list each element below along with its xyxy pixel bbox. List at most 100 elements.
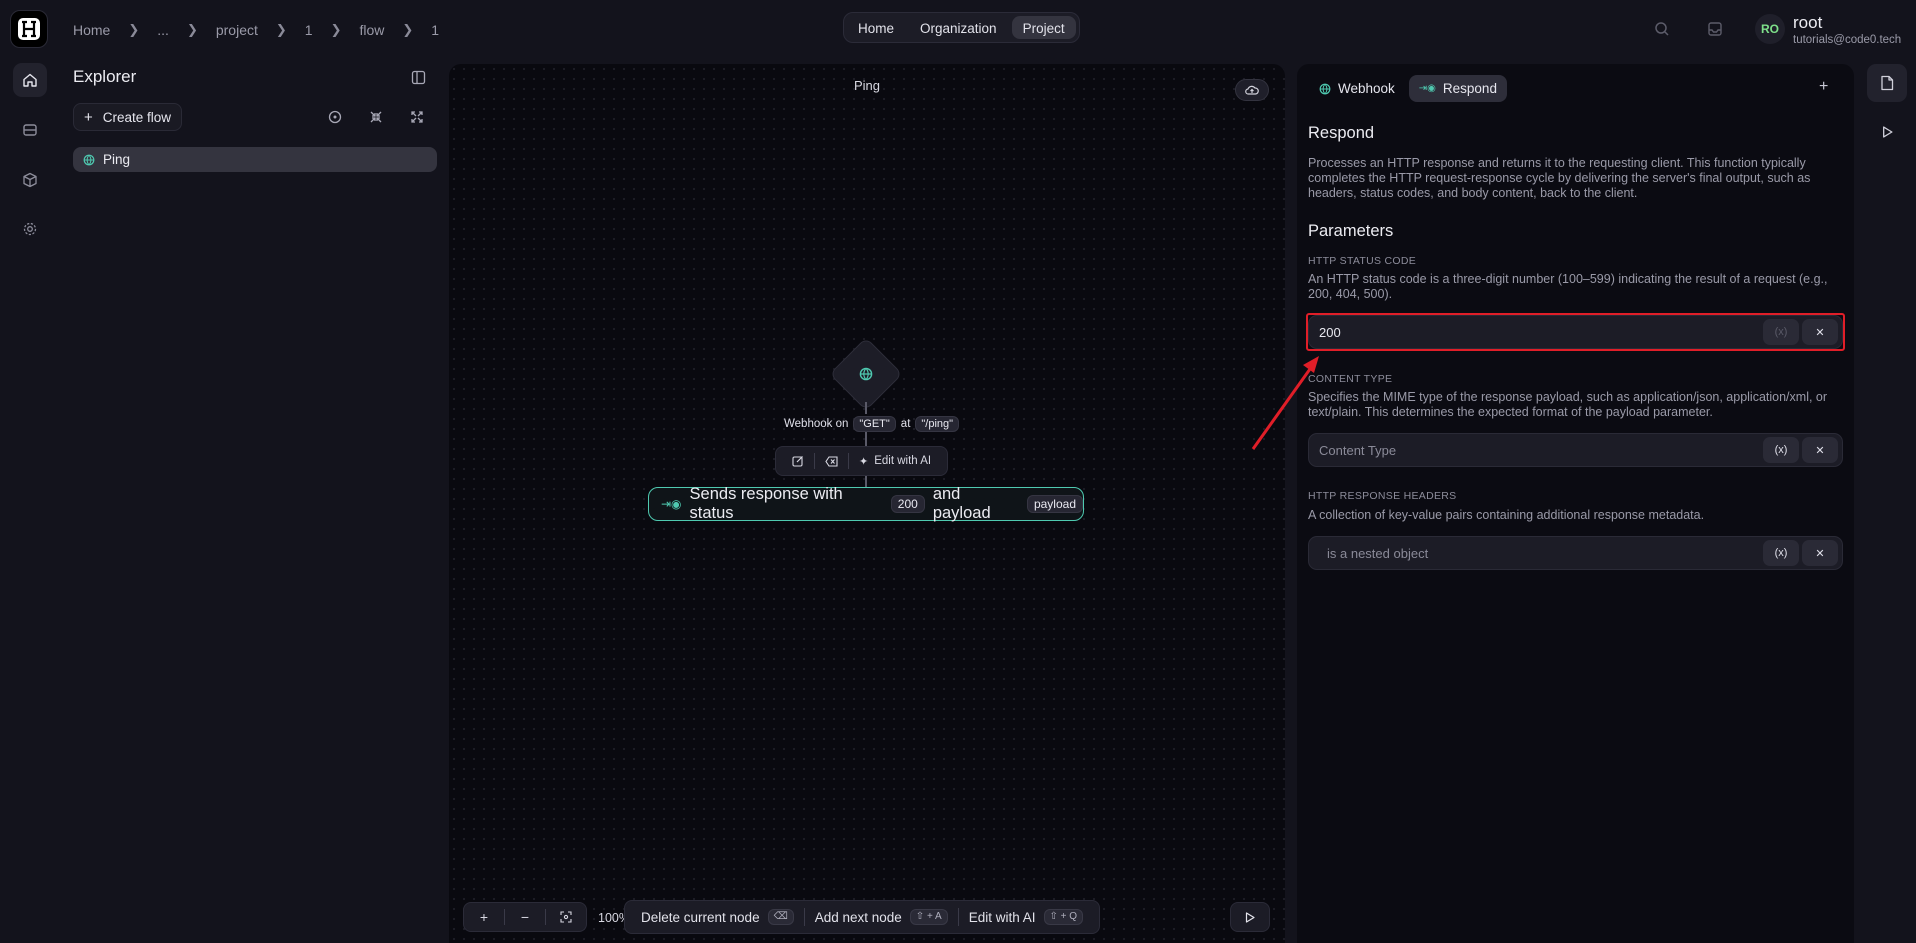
edit-node-button[interactable] [782,452,814,470]
delete-node-button[interactable] [815,452,848,470]
expand-all-icon[interactable] [406,106,428,128]
breadcrumb-home[interactable]: Home [73,22,110,38]
minus-icon: − [520,909,530,925]
respond-node-text: Sends response with status [689,485,843,522]
top-nav-project[interactable]: Project [1011,16,1076,39]
close-icon: ✕ [1815,547,1825,560]
globe-icon [1319,83,1331,94]
create-flow-button[interactable]: + Create flow [73,103,183,131]
plus-icon: + [1819,78,1829,95]
rail-storage-button[interactable] [13,113,47,147]
breadcrumb-flow[interactable]: flow [359,22,384,38]
add-node-hint[interactable]: Add next node ⇧ + A [805,909,958,925]
search-icon[interactable] [1651,18,1673,40]
clear-button[interactable]: ✕ [1802,540,1838,566]
breadcrumb-project[interactable]: project [216,22,258,38]
globe-icon [856,364,876,384]
top-nav-organization[interactable]: Organization [909,16,1008,39]
inbox-icon[interactable] [1704,18,1726,40]
respond-node[interactable]: ⇥◉ Sends response with status 200 and pa… [648,485,1084,522]
plus-icon: + [479,909,489,925]
respond-icon: ⇥◉ [1418,83,1436,94]
edit-ai-key: ⇧ + Q [1043,909,1084,925]
panel-description: Processes an HTTP response and returns i… [1308,156,1811,200]
zoom-out-button[interactable]: − [505,903,545,931]
avatar[interactable]: RO [1755,14,1785,44]
edit-with-ai-button[interactable]: ✦ Edit with AI [849,452,941,470]
rail-home-button[interactable] [13,63,47,97]
rail-settings-button[interactable] [13,212,47,246]
breadcrumb: Home ❯ ... ❯ project ❯ 1 ❯ flow ❯ 1 [73,20,439,40]
status-chip[interactable]: 200 [890,495,925,513]
collapse-all-icon[interactable] [365,106,387,128]
status-code-value: 200 [1319,324,1341,340]
status-code-input[interactable]: 200 (x) ✕ [1308,315,1843,349]
tab-respond[interactable]: ⇥◉ Respond [1408,75,1507,102]
edit-with-ai-label: Edit with AI [874,455,932,467]
node-toolbar: ✦ Edit with AI [775,446,949,476]
content-type-description: Specifies the MIME type of the response … [1308,390,1828,419]
play-icon [1882,126,1893,138]
app-logo[interactable] [10,10,48,48]
payload-chip[interactable]: payload [1026,495,1083,513]
deploy-button[interactable] [1235,79,1269,101]
add-node-key: ⇧ + A [909,909,948,925]
rail-run-button[interactable] [1867,113,1907,151]
edge-connector [865,432,867,446]
delete-node-hint[interactable]: Delete current node ⌫ [631,909,804,925]
node-settings-panel: Webhook ⇥◉ Respond + Respond Processes a… [1297,64,1854,943]
breadcrumb-project-id[interactable]: 1 [305,22,313,38]
edit-ai-hint[interactable]: Edit with AI ⇧ + Q [959,909,1093,925]
panel-title: Respond [1308,124,1375,142]
delete-node-label: Delete current node [641,909,760,925]
top-nav-home[interactable]: Home [847,16,905,39]
plus-icon: + [84,108,93,126]
server-icon [23,124,37,136]
rail-details-button[interactable] [1867,64,1907,102]
flow-canvas[interactable]: Ping Webhook on "GET" at "/ping" ✦ Edit … [449,64,1285,943]
trigger-path-chip[interactable]: "/ping" [915,416,960,432]
fit-view-button[interactable] [546,903,586,931]
zoom-in-button[interactable]: + [464,903,504,931]
trigger-method-chip[interactable]: "GET" [853,416,896,432]
gear-icon [23,222,37,236]
explorer-item-label: Ping [103,152,131,167]
headers-value: is a nested object [1327,545,1429,561]
add-tab-button[interactable]: + [1819,78,1828,96]
variable-button[interactable]: (x) [1763,319,1799,345]
chevron-right-icon: ❯ [128,22,140,37]
play-icon [1245,911,1255,923]
chevron-right-icon: ❯ [402,22,414,37]
respond-icon: ⇥◉ [661,497,682,511]
content-type-input[interactable]: Content Type (x) ✕ [1308,433,1843,467]
explorer-title: Explorer [73,67,137,86]
explorer-item-ping[interactable]: Ping [73,147,437,172]
trigger-prefix: Webhook on [784,418,849,430]
fit-view-icon [560,911,572,923]
status-code-label: HTTP STATUS CODE [1308,255,1417,267]
variable-button[interactable]: (x) [1763,540,1799,566]
chevron-right-icon: ❯ [186,22,198,37]
sidebar-toggle-icon[interactable] [407,66,429,88]
panel-tabs: Webhook ⇥◉ Respond [1309,75,1507,102]
clear-button[interactable]: ✕ [1802,437,1838,463]
parameters-title: Parameters [1308,222,1394,240]
user-email: tutorials@code0.tech [1793,34,1902,46]
run-flow-button[interactable] [1230,902,1270,932]
close-icon: ✕ [1815,326,1825,339]
logo-icon [18,18,40,40]
zoom-controls: + − [463,902,587,932]
content-type-placeholder: Content Type [1319,442,1397,458]
variable-button[interactable]: (x) [1763,437,1799,463]
target-icon[interactable] [324,106,346,128]
user-name: root [1793,13,1823,32]
create-flow-label: Create flow [102,109,172,125]
breadcrumb-ellipsis[interactable]: ... [157,22,169,38]
clear-button[interactable]: ✕ [1802,319,1838,345]
shortcut-hints: Delete current node ⌫ Add next node ⇧ + … [624,900,1101,934]
headers-input[interactable]: is a nested object (x) ✕ [1308,536,1843,570]
breadcrumb-flow-id[interactable]: 1 [431,22,439,38]
rail-packages-button[interactable] [13,163,47,197]
tab-webhook[interactable]: Webhook [1309,75,1405,102]
edge-connector [865,402,867,414]
